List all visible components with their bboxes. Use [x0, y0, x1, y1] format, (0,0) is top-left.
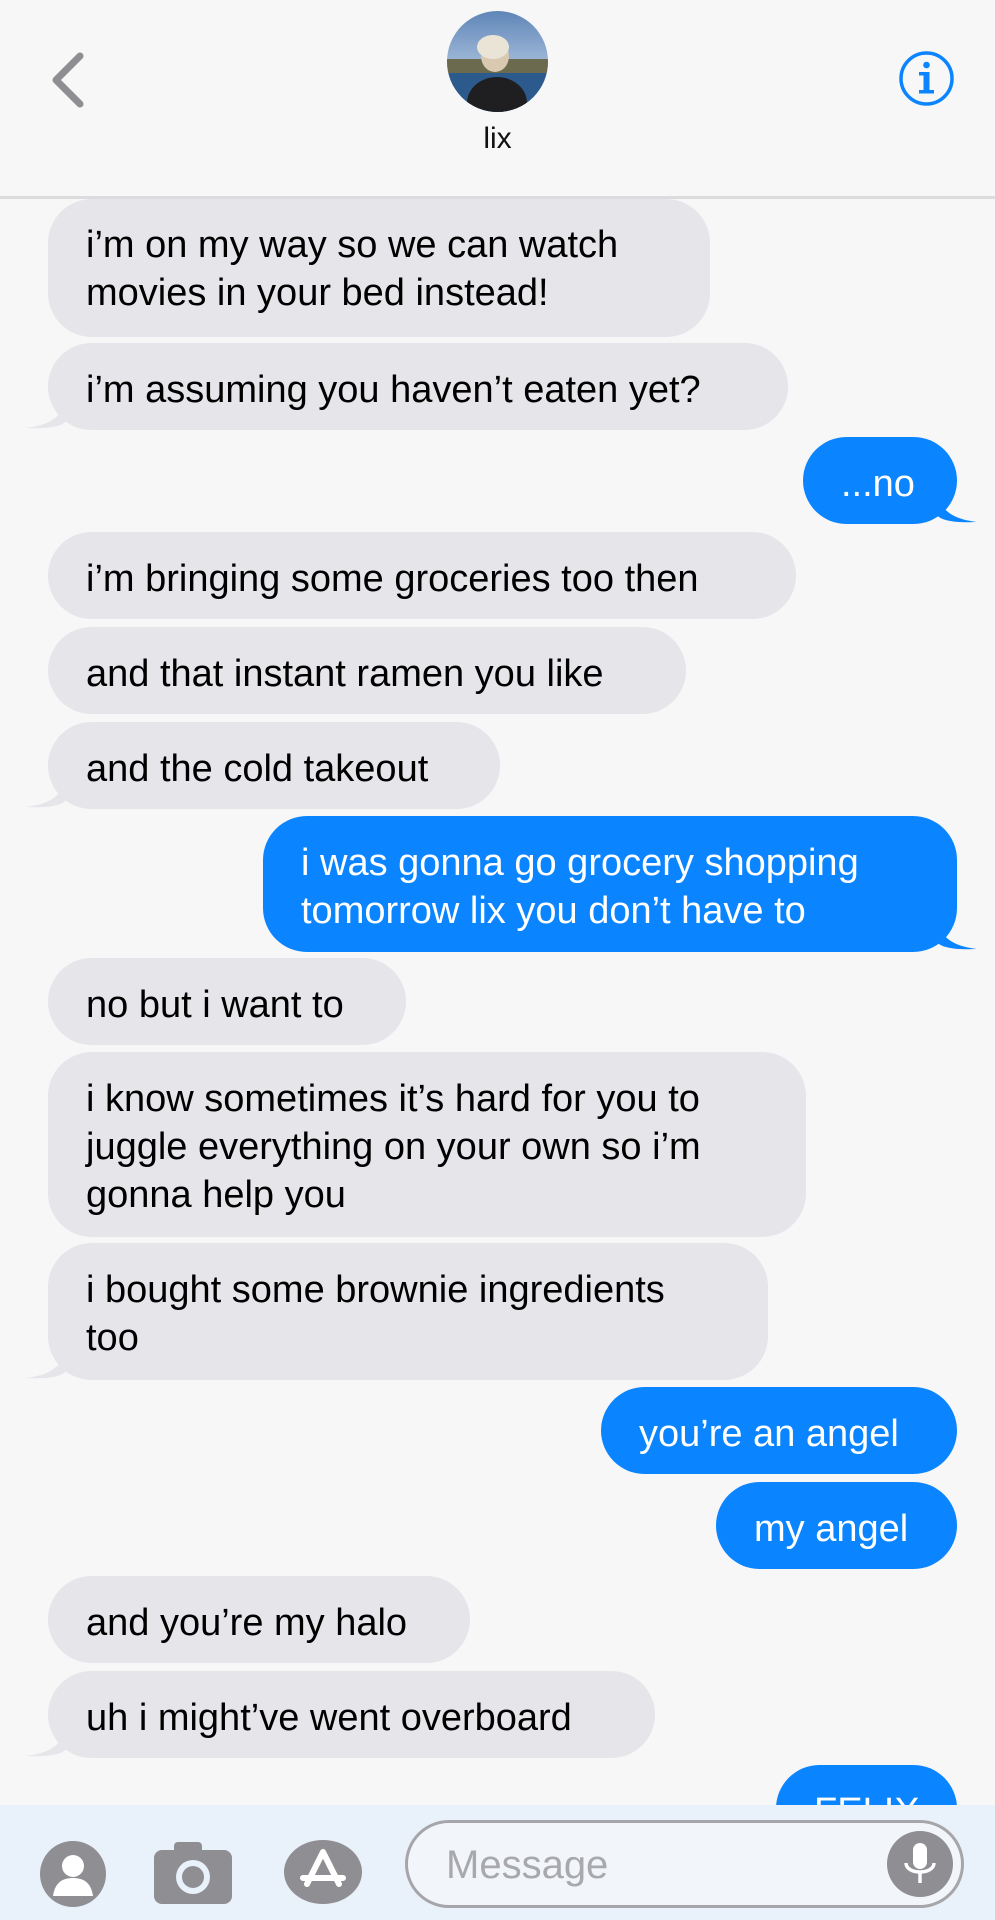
conversation-header: lix	[0, 0, 995, 199]
message-line: my angel	[754, 1508, 909, 1550]
message-line: no but i want to	[86, 984, 344, 1026]
message-line: you’re an angel	[639, 1413, 899, 1455]
message-bubble-received[interactable]: i bought some brownie ingredients too	[48, 1243, 768, 1380]
message-line: and you’re my halo	[86, 1602, 408, 1644]
message-bubble-sent[interactable]: you’re an angel	[601, 1387, 957, 1474]
message-bubble-received[interactable]: uh i might’ve went overboard	[48, 1671, 655, 1758]
message-placeholder: Message	[446, 1843, 609, 1887]
message-line: i’m on my way so we can watch	[86, 224, 619, 266]
message-line: gonna help you	[86, 1174, 346, 1216]
bubble-tail	[26, 1727, 66, 1757]
message-bubble-received[interactable]: no but i want to	[48, 958, 406, 1045]
camera-icon[interactable]	[152, 1838, 234, 1906]
message-bubble-received[interactable]: i’m assuming you haven’t eaten yet?	[48, 343, 788, 430]
bubble-tail	[26, 778, 66, 808]
contact-avatar[interactable]	[447, 11, 548, 112]
message-line: i know sometimes it’s hard for you to	[86, 1078, 700, 1120]
message-bubble-sent[interactable]: my angel	[716, 1482, 957, 1569]
message-bubble-received[interactable]: and you’re my halo	[48, 1576, 470, 1663]
message-line: too	[86, 1317, 139, 1359]
message-line: ...no	[841, 463, 915, 505]
message-bubble-sent[interactable]: ...no	[803, 437, 957, 524]
contact-name[interactable]: lix	[0, 122, 995, 156]
message-bubble-received[interactable]: and the cold takeout	[48, 722, 500, 809]
message-line: i was gonna go grocery shopping	[301, 842, 859, 884]
microphone-icon[interactable]	[887, 1831, 953, 1897]
message-line: tomorrow lix you don’t have to	[301, 890, 806, 932]
message-line: uh i might’ve went overboard	[86, 1697, 572, 1739]
message-line: and that instant ramen you like	[86, 653, 604, 695]
message-line: juggle everything on your own so i’m	[86, 1126, 701, 1168]
message-line: i’m assuming you haven’t eaten yet?	[86, 369, 701, 411]
bubble-tail	[937, 493, 977, 523]
message-input[interactable]: Message	[405, 1820, 964, 1908]
message-bubble-sent[interactable]: i was gonna go grocery shopping tomorrow…	[263, 816, 957, 952]
message-line: movies in your bed instead!	[86, 272, 549, 314]
message-bubble-sent[interactable]: FELIX	[776, 1765, 957, 1805]
message-bubble-received[interactable]: and that instant ramen you like	[48, 627, 686, 714]
message-line: i’m bringing some groceries too then	[86, 558, 699, 600]
info-circle-icon[interactable]	[898, 50, 955, 107]
contact-icon[interactable]	[39, 1840, 107, 1908]
message-line: and the cold takeout	[86, 748, 429, 790]
chevron-left-icon[interactable]	[48, 50, 88, 110]
message-bubble-received[interactable]: i know sometimes it’s hard for you to ju…	[48, 1052, 806, 1237]
message-line: i bought some brownie ingredients	[86, 1269, 665, 1311]
bubble-tail	[26, 399, 66, 429]
message-line: FELIX	[814, 1788, 920, 1805]
app-store-icon[interactable]	[283, 1838, 371, 1906]
message-thread[interactable]: i’m on my way so we can watch movies in …	[0, 199, 995, 1805]
message-bubble-received[interactable]: i’m bringing some groceries too then	[48, 532, 796, 619]
message-bubble-received[interactable]: i’m on my way so we can watch movies in …	[48, 199, 710, 337]
bubble-tail	[937, 920, 977, 950]
bubble-tail	[26, 1349, 66, 1379]
